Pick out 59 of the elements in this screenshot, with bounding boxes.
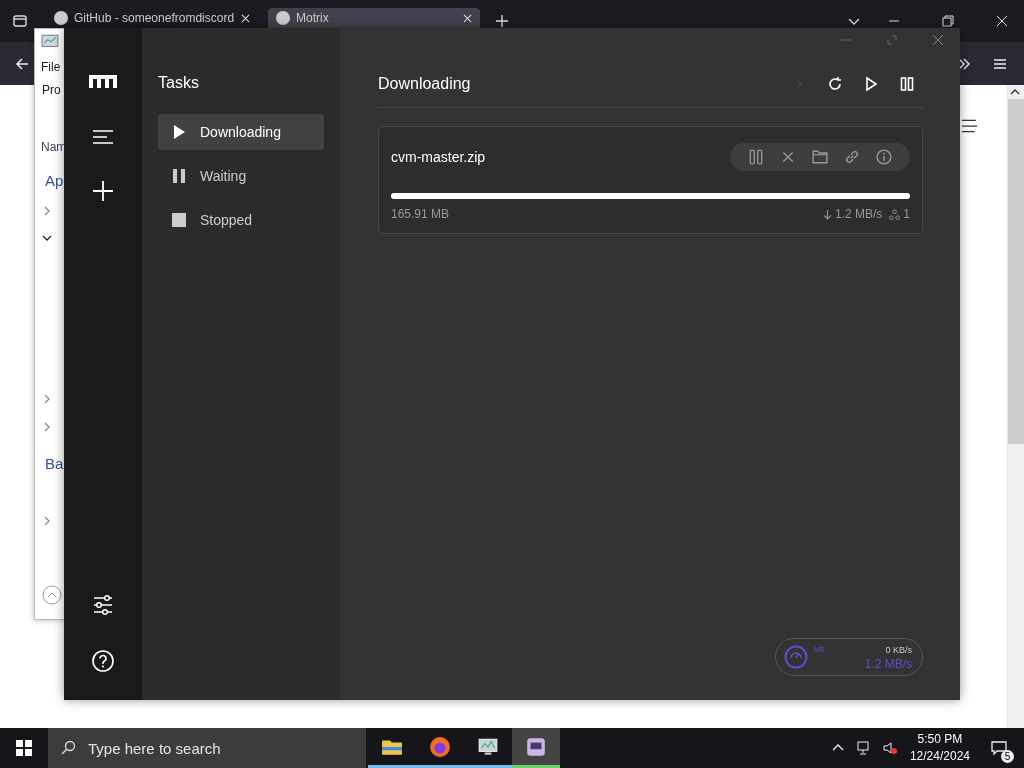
download-arrow-icon xyxy=(822,208,832,220)
windows-icon[interactable] xyxy=(16,740,32,756)
back-icon[interactable] xyxy=(14,55,30,72)
nav-item[interactable]: Downloading xyxy=(158,114,324,150)
search-icon xyxy=(60,740,76,756)
task-card[interactable]: cvm-master.zip 165.91 MB 1.2 MB/s 1 xyxy=(378,126,923,234)
clock-time: 5:50 PM xyxy=(917,731,963,748)
browser-tab[interactable]: Motrix xyxy=(268,8,480,28)
chevron-right-icon[interactable] xyxy=(44,422,50,432)
tab[interactable]: Pro xyxy=(42,83,61,97)
browser-tab[interactable]: GitHub - someonefromdiscord xyxy=(46,8,258,28)
app-icon xyxy=(525,735,547,758)
refresh-icon[interactable] xyxy=(827,76,843,92)
connection-count: 1 xyxy=(903,207,910,221)
page-title: Downloading xyxy=(378,75,471,93)
nav-item[interactable]: Stopped xyxy=(158,202,324,238)
group-heading: Ap xyxy=(45,172,64,189)
message-icon xyxy=(991,740,1007,756)
search-field[interactable]: Type here to search xyxy=(48,728,366,768)
chevron-down-icon[interactable] xyxy=(42,235,52,241)
nav-item[interactable]: Waiting xyxy=(158,158,324,194)
group-heading: Ba xyxy=(45,455,64,472)
file-size: 165.91 MB xyxy=(391,207,450,221)
pause-icon[interactable] xyxy=(899,76,915,92)
clock-date: 12/24/2024 xyxy=(909,748,970,765)
notification-count: 5 xyxy=(1001,750,1014,763)
scroll-up-icon[interactable] xyxy=(1010,89,1020,95)
close-icon[interactable] xyxy=(994,13,1010,29)
play-icon xyxy=(172,125,186,139)
menu-item[interactable]: File xyxy=(41,60,61,74)
chevron-right-icon[interactable] xyxy=(44,516,50,526)
collapse-details-icon[interactable] xyxy=(42,585,62,605)
settings-icon[interactable] xyxy=(92,594,114,616)
play-icon[interactable] xyxy=(863,76,879,92)
add-icon[interactable] xyxy=(92,180,114,202)
link-icon[interactable] xyxy=(844,149,860,165)
scrollbar[interactable] xyxy=(1006,85,1024,728)
browser-icon xyxy=(429,735,451,758)
tab-list-icon[interactable] xyxy=(12,13,28,29)
chevron-right-icon[interactable] xyxy=(44,394,50,404)
connections-icon xyxy=(889,208,901,220)
stop-icon xyxy=(172,213,186,227)
pause-icon xyxy=(172,169,186,183)
upload-speed: 0 KB/s xyxy=(885,644,912,657)
help-icon[interactable] xyxy=(92,650,114,672)
info-icon[interactable] xyxy=(876,149,892,165)
muted-speaker-icon[interactable] xyxy=(881,740,898,756)
download-speed: 1.2 MB/s xyxy=(864,657,912,671)
download-speed: 1.2 MB/s xyxy=(834,207,883,221)
gauge-icon xyxy=(784,645,808,669)
folder-icon[interactable] xyxy=(812,149,828,165)
notification-button[interactable]: 5 xyxy=(984,733,1014,763)
new-tab-icon[interactable] xyxy=(494,13,510,29)
logo-icon[interactable] xyxy=(88,74,118,90)
file-name: cvm-master.zip xyxy=(391,149,487,165)
section-title: Tasks xyxy=(158,74,200,92)
network-icon[interactable] xyxy=(855,740,872,756)
restore-icon[interactable] xyxy=(940,13,956,29)
chevron-right-icon[interactable] xyxy=(44,206,50,216)
